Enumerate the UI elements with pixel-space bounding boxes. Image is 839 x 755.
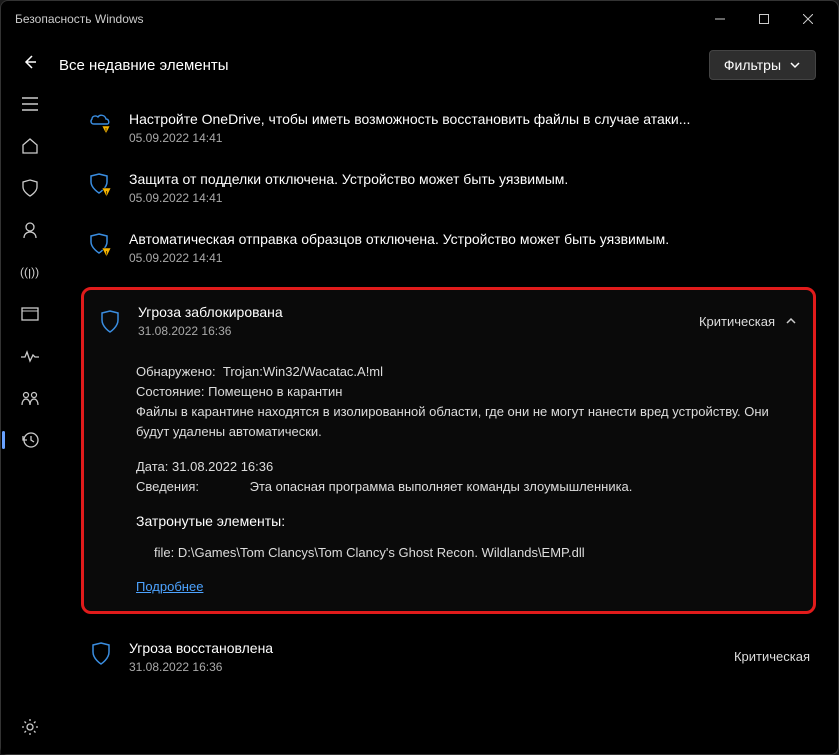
item-date: 31.08.2022 16:36 bbox=[129, 660, 720, 674]
firewall-icon[interactable]: ((ן)) bbox=[8, 253, 52, 291]
item-date: 05.09.2022 14:41 bbox=[129, 191, 810, 205]
threat-card: Угроза заблокирована 31.08.2022 16:36 Кр… bbox=[81, 287, 816, 614]
list-item[interactable]: Угроза восстановлена 31.08.2022 16:36 Кр… bbox=[81, 628, 816, 688]
settings-icon[interactable] bbox=[8, 708, 52, 746]
svg-text:((ן)): ((ן)) bbox=[20, 265, 39, 279]
affected-file: file: D:\Games\Tom Clancys\Tom Clancy's … bbox=[136, 543, 797, 563]
main-panel: Все недавние элементы Фильтры ! bbox=[59, 37, 838, 754]
filters-button[interactable]: Фильтры bbox=[709, 50, 816, 80]
svg-text:!: ! bbox=[106, 251, 108, 258]
threat-date: 31.08.2022 16:36 bbox=[138, 324, 685, 338]
item-date: 05.09.2022 14:41 bbox=[129, 131, 810, 145]
more-link[interactable]: Подробнее bbox=[136, 579, 203, 594]
date-value: 31.08.2022 16:36 bbox=[172, 459, 273, 474]
page-title: Все недавние элементы bbox=[59, 57, 229, 74]
onedrive-warn-icon: ! bbox=[89, 113, 113, 145]
item-severity: Критическая bbox=[734, 649, 810, 664]
app-window: Безопасность Windows bbox=[0, 0, 839, 755]
affected-title: Затронутые элементы: bbox=[136, 511, 797, 533]
back-button[interactable] bbox=[8, 43, 52, 81]
state-label: Состояние: bbox=[136, 384, 204, 399]
item-title: Настройте OneDrive, чтобы иметь возможно… bbox=[129, 111, 810, 127]
page-header: Все недавние элементы Фильтры bbox=[59, 37, 838, 93]
item-title: Угроза восстановлена bbox=[129, 640, 720, 656]
device-perf-icon[interactable] bbox=[8, 337, 52, 375]
threat-card-body: Обнаружено: Trojan:Win32/Wacatac.A!ml Со… bbox=[92, 344, 805, 597]
list-item[interactable]: ! Автоматическая отправка образцов отклю… bbox=[81, 219, 816, 279]
shield-icon bbox=[100, 310, 120, 334]
detected-label: Обнаружено: bbox=[136, 364, 216, 379]
shield-icon bbox=[91, 642, 111, 674]
threat-title: Угроза заблокирована bbox=[138, 304, 685, 320]
sidebar: ((ן)) bbox=[1, 37, 59, 754]
filters-label: Фильтры bbox=[724, 57, 781, 73]
minimize-button[interactable] bbox=[698, 3, 742, 35]
item-date: 05.09.2022 14:41 bbox=[129, 251, 810, 265]
state-desc: Файлы в карантине находятся в изолирован… bbox=[136, 402, 797, 442]
titlebar: Безопасность Windows bbox=[1, 1, 838, 37]
chevron-down-icon bbox=[789, 59, 801, 71]
state-value: Помещено в карантин bbox=[208, 384, 342, 399]
maximize-button[interactable] bbox=[742, 3, 786, 35]
shield-warn-icon: ! bbox=[89, 173, 113, 205]
date-label: Дата: bbox=[136, 459, 168, 474]
app-browser-icon[interactable] bbox=[8, 295, 52, 333]
item-title: Защита от подделки отключена. Устройство… bbox=[129, 171, 810, 187]
shield-warn-icon: ! bbox=[89, 233, 113, 265]
window-title: Безопасность Windows bbox=[15, 12, 144, 26]
threat-card-header[interactable]: Угроза заблокирована 31.08.2022 16:36 Кр… bbox=[92, 298, 805, 344]
info-label: Сведения: bbox=[136, 477, 246, 497]
hamburger-icon[interactable] bbox=[8, 85, 52, 123]
svg-text:!: ! bbox=[106, 191, 108, 198]
shield-icon[interactable] bbox=[8, 169, 52, 207]
detected-value: Trojan:Win32/Wacatac.A!ml bbox=[223, 364, 383, 379]
list-item[interactable]: ! Защита от подделки отключена. Устройст… bbox=[81, 159, 816, 219]
chevron-up-icon bbox=[785, 315, 797, 327]
info-value: Эта опасная программа выполняет команды … bbox=[250, 479, 633, 494]
history-icon[interactable] bbox=[8, 421, 52, 459]
items-list: ! Настройте OneDrive, чтобы иметь возмож… bbox=[59, 93, 838, 754]
item-title: Автоматическая отправка образцов отключе… bbox=[129, 231, 810, 247]
list-item[interactable]: ! Настройте OneDrive, чтобы иметь возмож… bbox=[81, 99, 816, 159]
close-button[interactable] bbox=[786, 3, 830, 35]
family-icon[interactable] bbox=[8, 379, 52, 417]
svg-text:!: ! bbox=[105, 128, 107, 135]
threat-severity: Критическая bbox=[699, 314, 775, 329]
account-icon[interactable] bbox=[8, 211, 52, 249]
home-icon[interactable] bbox=[8, 127, 52, 165]
